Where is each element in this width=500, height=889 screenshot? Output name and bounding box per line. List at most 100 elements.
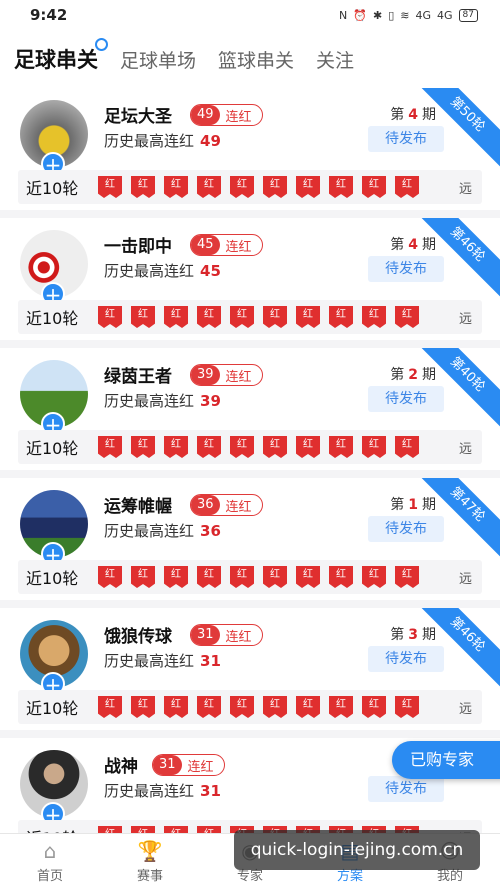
recent-label: 近10轮: [26, 569, 79, 588]
streak-label: 连红: [187, 759, 214, 775]
period-prefix: 第: [390, 497, 405, 513]
period-prefix: 第: [390, 107, 405, 123]
expert-card[interactable]: + 饿狼传球 31 连红 历史最高连红 31 第 3 期待发布 第46轮 近10轮 红红红红红…: [0, 608, 500, 730]
win-mark: 红: [164, 826, 188, 833]
period-number: 4: [408, 237, 418, 253]
expert-name: 运筹帷幄: [104, 497, 172, 517]
win-mark: 红: [98, 696, 122, 718]
win-mark: 红: [329, 176, 353, 198]
recent-marks: 红红红红红红红红红红: [98, 436, 419, 458]
nav-item-0[interactable]: ⌂ 首页: [10, 834, 90, 889]
pending-button[interactable]: 待发布: [368, 646, 444, 672]
best-record-label: 历史最高连红: [104, 522, 195, 540]
period: 第2期: [390, 364, 436, 384]
win-mark: 红: [263, 436, 287, 458]
win-mark: 红: [131, 306, 155, 328]
nav-item-1[interactable]: 🏆 赛事: [110, 834, 190, 889]
vibrate-icon: ▯: [388, 8, 395, 22]
tab-1[interactable]: 足球单场: [120, 46, 196, 73]
win-mark: 红: [98, 306, 122, 328]
watermark-banner: quick-login-lejing.com.cn: [234, 830, 480, 870]
status-icons: N ⏰ ✱ ▯ ≋ 4G 4G 87: [339, 8, 478, 22]
best-record-label: 历史最高连红: [104, 262, 195, 280]
tab-3[interactable]: 关注: [316, 46, 354, 73]
expert-name: 战神: [104, 757, 138, 777]
streak-badge: 39 连红: [190, 364, 263, 386]
win-mark: 红: [362, 436, 386, 458]
win-mark: 红: [197, 176, 221, 198]
win-mark: 红: [230, 566, 254, 588]
best-record-label: 历史最高连红: [104, 782, 195, 800]
streak-count: 31: [191, 625, 220, 645]
period-number: 1: [408, 497, 418, 513]
best-record-value: 31: [200, 782, 221, 800]
recent-marks: 红红红红红红红红红红: [98, 696, 419, 718]
win-mark: 红: [395, 306, 419, 328]
period-number: 3: [408, 627, 418, 643]
period-prefix: 第: [390, 367, 405, 383]
signal-icon-2: 4G: [437, 8, 453, 22]
expert-card[interactable]: + 一击即中 45 连红 历史最高连红 45 第 4 期待发布 第46轮 近10轮 红红红红红…: [0, 218, 500, 340]
win-mark: 红: [395, 696, 419, 718]
win-mark: 红: [362, 566, 386, 588]
win-mark: 红: [197, 696, 221, 718]
win-mark: 红: [98, 566, 122, 588]
win-mark: 红: [164, 176, 188, 198]
far-label: 远: [458, 701, 472, 717]
pending-button[interactable]: 待发布: [368, 516, 444, 542]
streak-badge: 49 连红: [190, 104, 263, 126]
period-number: 4: [408, 107, 418, 123]
best-record: 历史最高连红 36: [104, 520, 221, 541]
best-record-value: 45: [200, 262, 221, 280]
nav-label: 赛事: [136, 869, 163, 884]
win-mark: 红: [263, 306, 287, 328]
tab-0[interactable]: 足球串关: [14, 38, 108, 74]
win-mark: 红: [329, 436, 353, 458]
win-mark: 红: [98, 826, 122, 833]
win-mark: 红: [296, 436, 320, 458]
nfc-icon: N: [339, 8, 348, 22]
win-mark: 红: [131, 436, 155, 458]
win-mark: 红: [164, 306, 188, 328]
far-label: 远: [458, 181, 472, 197]
expert-list[interactable]: + 足坛大圣 49 连红 历史最高连红 49 第 4 期待发布 第50轮 近10轮 红红红红红…: [0, 88, 500, 833]
recent-label: 近10轮: [26, 309, 79, 328]
battery-icon: 87: [458, 8, 478, 22]
win-mark: 红: [263, 176, 287, 198]
win-mark: 红: [263, 566, 287, 588]
best-record-value: 49: [200, 132, 221, 150]
win-mark: 红: [197, 306, 221, 328]
streak-label: 连红: [225, 499, 252, 515]
win-mark: 红: [296, 306, 320, 328]
pending-button[interactable]: 待发布: [368, 256, 444, 282]
recent-label: 近10轮: [26, 439, 79, 458]
streak-badge: 31 连红: [152, 754, 225, 776]
far-label: 远: [458, 441, 472, 457]
period-suffix: 期: [422, 627, 436, 643]
win-mark: 红: [164, 566, 188, 588]
expert-card[interactable]: + 运筹帷幄 36 连红 历史最高连红 36 第 1 期待发布 第47轮 近10轮 红红红红红…: [0, 478, 500, 600]
period-suffix: 期: [422, 367, 436, 383]
best-record: 历史最高连红 49: [104, 130, 221, 151]
expert-name: 绿茵王者: [104, 367, 172, 387]
expert-card[interactable]: + 足坛大圣 49 连红 历史最高连红 49 第 4 期待发布 第50轮 近10轮 红红红红红…: [0, 88, 500, 210]
recent-marks: 红红红红红红红红红红: [98, 176, 419, 198]
streak-badge: 31 连红: [190, 624, 263, 646]
expert-card[interactable]: + 绿茵王者 39 连红 历史最高连红 39 第 2 期待发布 第40轮 近10轮 红红红红红…: [0, 348, 500, 470]
status-bar: 9:42 N ⏰ ✱ ▯ ≋ 4G 4G 87: [0, 0, 500, 30]
period-suffix: 期: [422, 497, 436, 513]
best-record-label: 历史最高连红: [104, 652, 195, 670]
win-mark: 红: [197, 436, 221, 458]
recent-results: 近10轮 红红红红红红红红红红 远: [18, 430, 482, 464]
period-suffix: 期: [422, 237, 436, 253]
pending-button[interactable]: 待发布: [368, 776, 444, 802]
bought-experts-button[interactable]: 已购专家: [392, 741, 500, 779]
period-number: 2: [408, 367, 418, 383]
pending-button[interactable]: 待发布: [368, 126, 444, 152]
win-mark: 红: [362, 176, 386, 198]
pending-button[interactable]: 待发布: [368, 386, 444, 412]
tab-2[interactable]: 篮球串关: [218, 46, 294, 73]
win-mark: 红: [131, 176, 155, 198]
recent-results: 近10轮 红红红红红红红红红红 远: [18, 300, 482, 334]
win-mark: 红: [197, 566, 221, 588]
